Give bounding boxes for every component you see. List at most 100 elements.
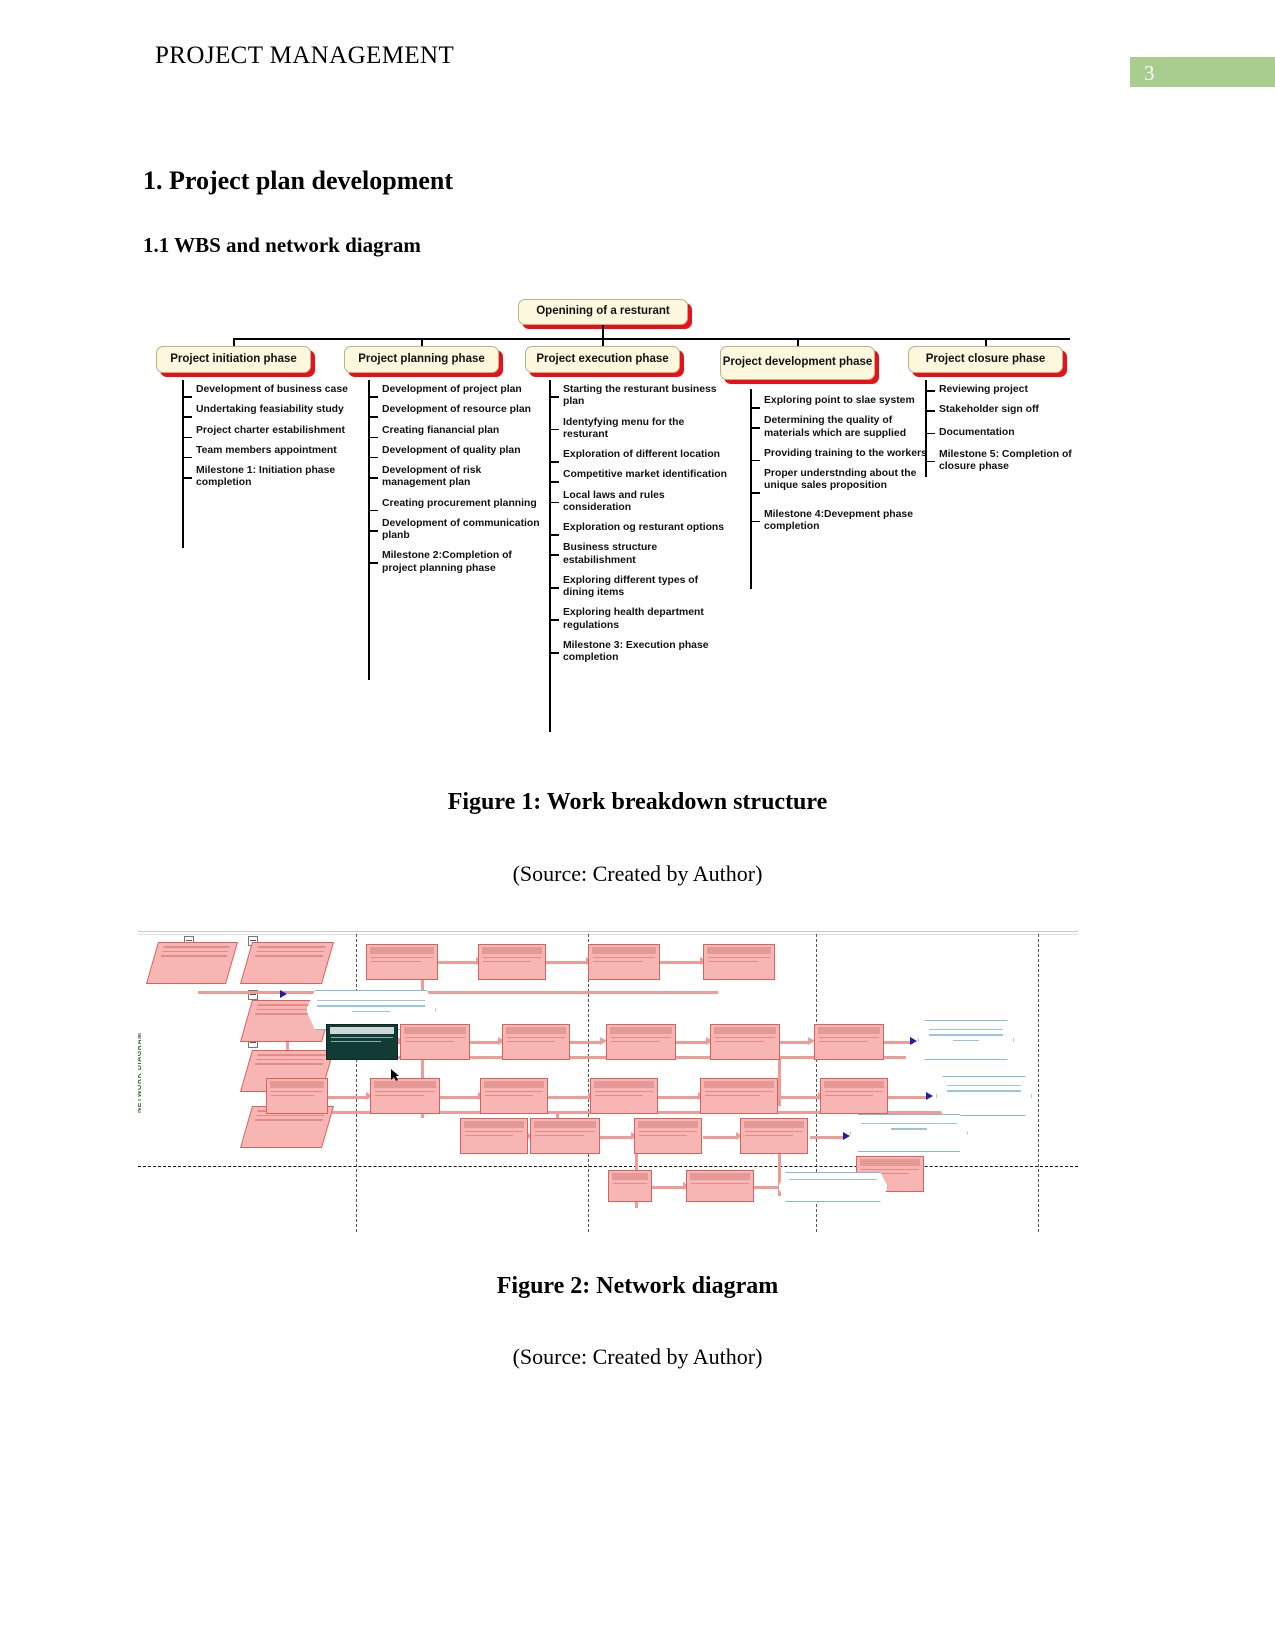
network-node-line [331, 1036, 393, 1039]
wbs-task: Development of resource plan [368, 404, 543, 418]
network-node-line [375, 1094, 424, 1097]
network-node-line [947, 1085, 1021, 1087]
wbs-task-label: Development of project plan [382, 384, 522, 395]
network-node-line [160, 955, 228, 957]
wbs-root-node: Openining of a resturant [518, 299, 688, 325]
network-link [598, 1136, 633, 1139]
network-task-node [608, 1170, 652, 1202]
wbs-task-tick [182, 416, 192, 418]
wbs-task: Reviewing project [925, 384, 1100, 396]
mouse-cursor [390, 1068, 400, 1082]
network-task-node [400, 1024, 470, 1060]
wbs-task-tick [368, 562, 378, 565]
network-node-line [254, 955, 324, 957]
wbs-task-label: Starting the resturant business plan [563, 384, 717, 408]
network-node-line [507, 1036, 565, 1039]
page-header: PROJECT MANAGEMENT 3 [0, 0, 1275, 100]
wbs-task-tick [549, 586, 559, 589]
network-node-line [861, 1168, 919, 1171]
network-node-line [371, 956, 433, 959]
wbs-task: Milestone 1: Initiation phase completion [182, 465, 357, 490]
network-milestone-node [850, 1114, 968, 1152]
wbs-task-label: Proper understnding about the unique sal… [764, 468, 917, 492]
figure-2-source: (Source: Created by Author) [512, 1344, 763, 1369]
wbs-task-label: Exploring point to slae system [764, 395, 915, 406]
wbs-task: Milestone 5: Completion of closure phase [925, 449, 1100, 474]
wbs-task: Exploration of different location [549, 449, 729, 463]
network-task-node [710, 1024, 780, 1060]
network-node-line [953, 1039, 979, 1042]
network-node-line [705, 1090, 773, 1093]
wbs-task-label: Reviewing project [939, 384, 1028, 395]
network-node-line [639, 1134, 687, 1137]
network-link [658, 961, 703, 964]
network-task-node [478, 944, 546, 980]
wbs-task-tick [182, 477, 192, 479]
wbs-task-tick [368, 416, 378, 418]
wbs-task: Proper understnding about the unique sal… [750, 468, 930, 494]
network-node-header [404, 1027, 466, 1034]
wbs-task: Exploring health department regulations [549, 607, 729, 632]
wbs-task: Project charter estabilishment [182, 424, 357, 439]
network-node-line [891, 1128, 927, 1130]
network-task-node [686, 1170, 754, 1202]
network-node-header [594, 1081, 654, 1088]
wbs-task: Identyfying menu for the resturant [549, 417, 729, 442]
document-title: PROJECT MANAGEMENT [155, 42, 455, 69]
wbs-task-tick [750, 427, 760, 429]
network-node-line [593, 956, 655, 959]
network-node-header [707, 947, 771, 954]
wbs-task-label: Business structure estabilishment [563, 542, 658, 566]
network-link [778, 1041, 810, 1044]
wbs-task: Team members appointment [182, 445, 357, 459]
wbs-task-label: Milestone 5: Completion of closure phase [939, 448, 1072, 473]
wbs-task-tick [750, 459, 760, 462]
wbs-task-tick [549, 534, 559, 536]
wbs-task-tick [368, 477, 378, 479]
wbs-task-label: Stakeholder sign off [939, 404, 1039, 416]
network-node-line [708, 956, 770, 959]
wbs-task-label: Milestone 3: Execution phase completion [563, 639, 709, 664]
wbs-phase-box-initiation: Project initiation phase [156, 346, 311, 373]
network-node-line [613, 1182, 647, 1185]
network-arrowhead [280, 990, 287, 998]
network-node-line [254, 1063, 324, 1065]
network-node-line [595, 1090, 653, 1093]
wbs-task: Milestone 2:Completion of project planni… [368, 550, 543, 575]
wbs-task-label: Project charter estabilishment [196, 424, 345, 436]
wbs-task-label: Milestone 4:Devepment phase completion [764, 508, 913, 532]
wbs-task-tick [549, 651, 559, 654]
network-link [468, 1041, 500, 1044]
wbs-task: Starting the resturant business plan [549, 384, 729, 409]
wbs-task-tick [368, 396, 378, 398]
network-milestone-node [778, 1172, 888, 1202]
network-node-header [270, 1081, 324, 1088]
wbs-task-tick [549, 461, 559, 463]
wbs-task-label: Development of quality plan [382, 444, 521, 456]
wbs-task-label: Determining the quality of materials whi… [764, 415, 907, 439]
network-task-node [366, 944, 438, 980]
wbs-phase-box-execution: Project execution phase [525, 346, 680, 373]
wbs-task-tick [925, 460, 935, 463]
network-task-node [740, 1118, 808, 1154]
wbs-task: Exploring point to slae system [750, 395, 930, 409]
network-node-line [595, 1094, 643, 1097]
network-link [570, 1041, 602, 1044]
wbs-task: Providing training to the workers [750, 448, 930, 462]
wbs-task-tick [549, 501, 559, 504]
network-node-line [611, 1040, 660, 1043]
network-node-line [257, 946, 326, 948]
network-task-node [703, 944, 775, 980]
wbs-task-tick [368, 456, 378, 459]
network-node-line [705, 1094, 760, 1097]
network-node-line [819, 1040, 868, 1043]
network-node-line [789, 1179, 877, 1181]
network-task-node [530, 1118, 600, 1154]
network-link [703, 1136, 738, 1139]
network-node-line [371, 960, 422, 963]
network-node-header [860, 1159, 920, 1166]
wbs-task-label: Exploring different types of dining item… [563, 574, 699, 599]
network-task-node-selected [326, 1024, 398, 1060]
network-link [198, 991, 718, 994]
network-node-line [254, 1119, 324, 1121]
